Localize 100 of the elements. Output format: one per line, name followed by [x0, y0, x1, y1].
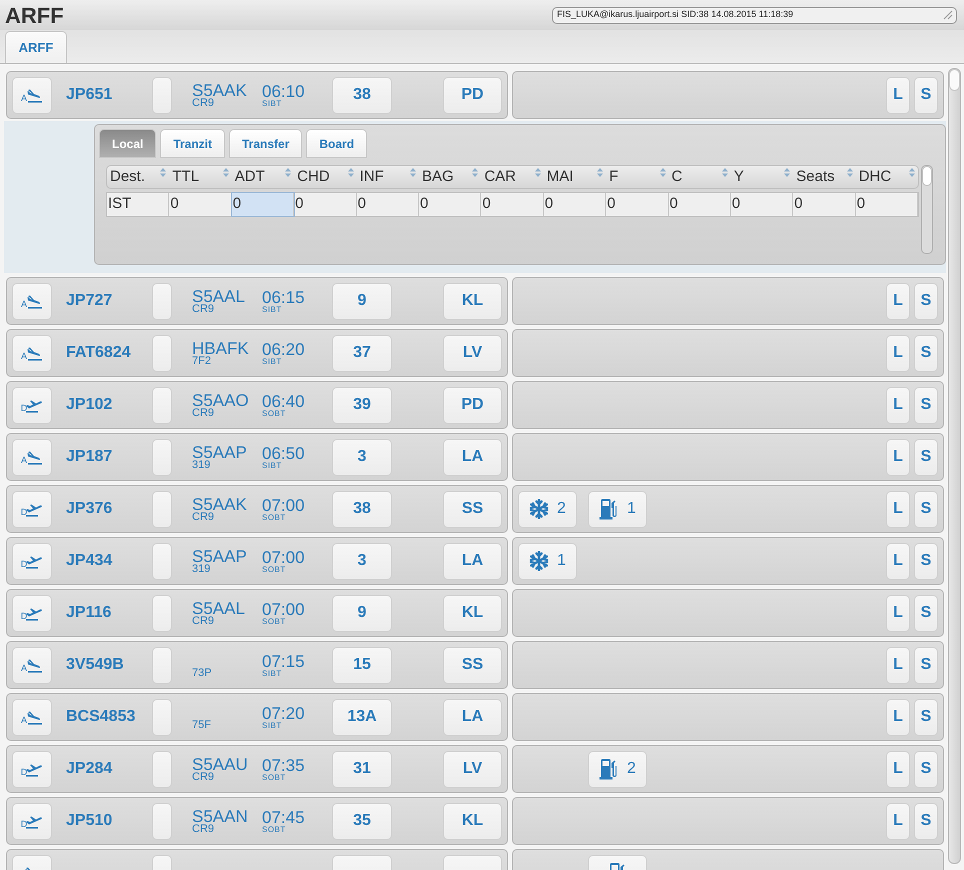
action-button[interactable]: L [886, 750, 910, 788]
gate-button[interactable]: 9 [332, 594, 392, 632]
direction-button[interactable]: D [12, 594, 52, 632]
service-button[interactable]: 2 [588, 750, 647, 788]
stand-button[interactable]: LV [443, 334, 502, 372]
stand-button[interactable]: KL [443, 594, 502, 632]
action-button[interactable]: L [886, 802, 910, 840]
blank-button[interactable] [152, 594, 172, 632]
table-cell[interactable]: 0 [793, 193, 856, 216]
direction-button[interactable]: D [12, 542, 52, 580]
gate-button[interactable]: 13A [332, 698, 392, 736]
action-button[interactable]: S [914, 750, 938, 788]
table-cell[interactable]: 0 [481, 193, 544, 216]
table-cell[interactable]: 0 [294, 193, 357, 216]
stand-button[interactable]: LA [443, 698, 502, 736]
detail-tab[interactable]: Tranzit [160, 129, 226, 158]
table-cell[interactable]: IST [107, 193, 170, 216]
column-header[interactable]: INF [360, 166, 384, 188]
table-cell[interactable]: 0 [544, 193, 606, 216]
action-button[interactable]: S [914, 802, 938, 840]
gate-button[interactable]: 15 [332, 646, 392, 684]
stand-button[interactable]: KL [443, 802, 502, 840]
gate-button[interactable]: 39 [332, 386, 392, 424]
stand-button[interactable]: KL [443, 282, 502, 320]
blank-button[interactable] [152, 542, 172, 580]
stand-button[interactable]: PD [443, 76, 502, 114]
gate-button[interactable]: 31 [332, 750, 392, 788]
action-button[interactable]: L [886, 542, 910, 580]
column-header[interactable]: ADT [234, 166, 265, 188]
table-cell[interactable]: 0 [730, 193, 794, 216]
column-header[interactable]: CHD [297, 166, 330, 188]
action-button[interactable]: S [914, 698, 938, 736]
column-header[interactable]: BAG [422, 166, 454, 188]
table-cell[interactable]: 0 [606, 193, 669, 216]
direction-button[interactable]: D [12, 386, 52, 424]
action-button[interactable]: S [914, 386, 938, 424]
action-button[interactable]: S [914, 594, 938, 632]
stand-button[interactable]: SS [443, 490, 502, 528]
stand-button[interactable]: SS [443, 646, 502, 684]
stand-button[interactable]: LA [443, 542, 502, 580]
blank-button[interactable] [152, 386, 172, 424]
direction-button[interactable]: D [12, 802, 52, 840]
column-header[interactable]: Dest. [110, 166, 146, 188]
action-button[interactable]: S [914, 646, 938, 684]
action-button[interactable]: S [914, 334, 938, 372]
blank-button[interactable] [152, 802, 172, 840]
stand-button[interactable]: LV [443, 750, 502, 788]
service-button[interactable]: 2 [518, 490, 577, 528]
table-cell[interactable]: 0 [668, 193, 731, 216]
table-cell[interactable]: 0 [418, 193, 482, 216]
direction-button[interactable]: A [12, 76, 52, 114]
gate-button[interactable]: 38 [332, 76, 392, 114]
gate-button[interactable]: 3 [332, 438, 392, 476]
table-cell[interactable]: 0 [356, 193, 419, 216]
action-button[interactable]: L [886, 646, 910, 684]
column-header[interactable]: MAI [546, 166, 574, 188]
scrollbar[interactable] [921, 165, 933, 254]
gate-button[interactable]: 35 [332, 802, 392, 840]
blank-button[interactable] [152, 490, 172, 528]
direction-button[interactable]: D [12, 750, 52, 788]
page-scrollbar[interactable] [948, 68, 961, 864]
action-button[interactable]: L [886, 490, 910, 528]
column-header[interactable]: Seats [796, 166, 835, 188]
blank-button[interactable] [152, 282, 172, 320]
column-header[interactable]: C [672, 166, 682, 188]
gate-button[interactable]: 38 [332, 490, 392, 528]
column-header[interactable]: Y [734, 166, 744, 188]
action-button[interactable]: L [886, 438, 910, 476]
action-button[interactable]: S [914, 542, 938, 580]
action-button[interactable]: L [886, 594, 910, 632]
table-cell[interactable]: 0 [856, 193, 918, 216]
blank-button[interactable] [152, 334, 172, 372]
direction-button[interactable]: A [12, 438, 52, 476]
blank-button[interactable] [152, 750, 172, 788]
detail-tab[interactable]: Local [99, 129, 156, 158]
gate-button[interactable]: 37 [332, 334, 392, 372]
action-button[interactable]: S [914, 438, 938, 476]
blank-button[interactable] [152, 438, 172, 476]
gate-button[interactable]: 9 [332, 282, 392, 320]
detail-tab[interactable]: Board [306, 129, 368, 158]
action-button[interactable]: L [886, 386, 910, 424]
action-button[interactable]: L [886, 282, 910, 320]
column-header[interactable]: F [609, 166, 618, 188]
detail-tab[interactable]: Transfer [229, 129, 302, 158]
stand-button[interactable]: PD [443, 386, 502, 424]
action-button[interactable]: S [914, 490, 938, 528]
direction-button[interactable]: D [12, 490, 52, 528]
main-tab[interactable]: ARFF [5, 31, 67, 63]
column-header[interactable]: CAR [484, 166, 516, 188]
direction-button[interactable]: A [12, 646, 52, 684]
service-button[interactable]: 1 [518, 542, 577, 580]
direction-button[interactable]: A [12, 282, 52, 320]
blank-button[interactable] [152, 646, 172, 684]
stand-button[interactable]: LA [443, 438, 502, 476]
column-header[interactable]: TTL [172, 166, 200, 188]
blank-button[interactable] [152, 76, 172, 114]
action-button[interactable]: L [886, 76, 910, 114]
action-button[interactable]: S [914, 282, 938, 320]
blank-button[interactable] [152, 698, 172, 736]
action-button[interactable]: L [886, 698, 910, 736]
